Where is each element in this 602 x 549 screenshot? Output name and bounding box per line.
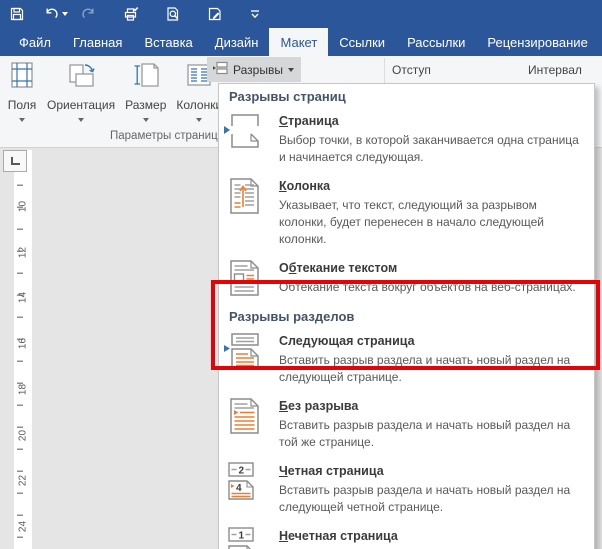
- margins-label: Поля: [7, 98, 37, 112]
- menu-item-description: Вставить разрыв раздела и начать новый р…: [279, 353, 571, 384]
- page-setup-group-label: Параметры страницы: [110, 130, 226, 142]
- menu-item-even-page[interactable]: 24 Четная страница Вставить разрыв разде…: [219, 458, 594, 523]
- tab-mailings[interactable]: Рассылки: [396, 28, 476, 56]
- size-button[interactable]: Размер: [120, 58, 171, 122]
- continuous-icon: [223, 397, 263, 435]
- svg-text:2: 2: [239, 466, 245, 477]
- ruler-number: 24: [17, 520, 29, 533]
- edit-document-icon: [207, 6, 223, 22]
- ruler-number: 20: [17, 429, 29, 442]
- breaks-label: Разрывы: [233, 62, 283, 77]
- save-button[interactable]: [0, 0, 34, 28]
- ruler-ticks: [17, 164, 23, 549]
- ruler-number: 12: [17, 246, 29, 259]
- page-setup-group: Поля Ориентация Размер Колонки: [2, 58, 227, 122]
- menu-item-description: Обтекание текста вокруг объектов на веб-…: [279, 280, 576, 294]
- tab-layout[interactable]: Макет: [269, 28, 329, 56]
- orientation-label: Ориентация: [47, 98, 116, 112]
- text-wrap-icon: [223, 259, 263, 297]
- menu-item-odd-page[interactable]: 13 Нечетная страница Вставить разрыв раз…: [219, 523, 594, 549]
- menu-item-description: Выбор точки, в которой заканчивается одн…: [279, 133, 579, 164]
- breaks-button[interactable]: Разрывы: [207, 57, 301, 82]
- ruler-number: 22: [17, 474, 29, 487]
- even-page-icon: 24: [223, 462, 263, 500]
- ruler-number: 10: [17, 200, 29, 213]
- margins-icon: [7, 60, 37, 95]
- tab-insert[interactable]: Вставка: [133, 28, 203, 56]
- breaks-caret-icon: [287, 68, 294, 72]
- breaks-dropdown-menu: Разрывы страниц Страница Выбор точки, в …: [218, 83, 595, 549]
- print-preview-button[interactable]: [156, 0, 190, 28]
- column-break-icon: [223, 177, 263, 215]
- redo-button[interactable]: [72, 0, 106, 28]
- tab-home[interactable]: Главная: [62, 28, 133, 56]
- orientation-button[interactable]: Ориентация: [42, 58, 120, 122]
- save-icon: [9, 6, 25, 22]
- quick-print-icon: [123, 6, 140, 23]
- menu-item-text-wrapping[interactable]: Обтекание текстом Обтекание текста вокру…: [219, 255, 594, 304]
- tab-selector-button[interactable]: [3, 150, 27, 172]
- menu-item-page-break[interactable]: Страница Выбор точки, в которой заканчив…: [219, 108, 594, 173]
- vertical-ruler[interactable]: 10 12 14 16 18 20 22 24: [14, 150, 32, 549]
- svg-text:1: 1: [239, 531, 245, 542]
- columns-label: Колонки: [176, 98, 223, 112]
- indent-label: Отступ: [392, 63, 431, 77]
- menu-item-title: Обтекание текстом: [279, 261, 398, 275]
- edit-document-button[interactable]: [198, 0, 232, 28]
- menu-item-continuous[interactable]: Без разрыва Вставить разрыв раздела и на…: [219, 393, 594, 458]
- menu-item-title: Колонка: [279, 179, 331, 193]
- menu-section-header-page-breaks: Разрывы страниц: [229, 89, 346, 104]
- ruler-number: 18: [17, 383, 29, 396]
- breaks-icon: [212, 60, 228, 79]
- tab-file[interactable]: Файл: [8, 28, 62, 56]
- tab-review[interactable]: Рецензирование: [476, 28, 598, 56]
- ruler-number: 14: [17, 291, 29, 304]
- margins-caret-icon: [19, 118, 25, 122]
- menu-item-title: Следующая страница: [279, 334, 415, 348]
- menu-item-title: Страница: [279, 114, 339, 128]
- orientation-caret-icon: [78, 118, 85, 122]
- undo-dropdown-caret[interactable]: [62, 12, 68, 16]
- size-label: Размер: [125, 98, 167, 112]
- customize-toolbar-button[interactable]: [238, 0, 272, 28]
- customize-toolbar-icon: [249, 8, 261, 20]
- ribbon-tab-bar: Файл Главная Вставка Дизайн Макет Ссылки…: [0, 28, 602, 56]
- menu-item-column-break[interactable]: Колонка Указывает, что текст, следующий …: [219, 173, 594, 255]
- menu-item-next-page[interactable]: Следующая страница Вставить разрыв разде…: [219, 328, 594, 393]
- margins-button[interactable]: Поля: [2, 58, 42, 122]
- size-caret-icon: [142, 118, 149, 122]
- next-page-icon: [223, 332, 263, 370]
- menu-item-description: Вставить разрыв раздела и начать новый р…: [279, 483, 571, 514]
- spacing-label: Интервал: [528, 63, 582, 77]
- title-bar: [0, 0, 602, 28]
- redo-icon: [81, 6, 97, 22]
- ruler-number: 16: [17, 337, 29, 350]
- menu-item-title: Нечетная страница: [279, 529, 398, 543]
- tab-references[interactable]: Ссылки: [328, 28, 396, 56]
- print-preview-icon: [165, 6, 181, 22]
- quick-print-button[interactable]: [114, 0, 148, 28]
- left-tab-icon: [10, 157, 20, 165]
- tab-design[interactable]: Дизайн: [204, 28, 270, 56]
- page-break-icon: [223, 112, 263, 150]
- undo-icon: [43, 6, 59, 22]
- menu-item-title: Без разрыва: [279, 399, 359, 413]
- columns-caret-icon: [196, 118, 203, 122]
- svg-text:4: 4: [236, 483, 242, 494]
- menu-section-header-section-breaks: Разрывы разделов: [229, 309, 355, 324]
- size-icon: [131, 60, 161, 95]
- menu-item-description: Указывает, что текст, следующий за разры…: [279, 198, 544, 246]
- orientation-icon: [66, 60, 96, 95]
- odd-page-icon: 13: [223, 527, 263, 549]
- menu-item-description: Вставить разрыв раздела и начать новый р…: [279, 418, 571, 449]
- menu-item-title: Четная страница: [279, 464, 384, 478]
